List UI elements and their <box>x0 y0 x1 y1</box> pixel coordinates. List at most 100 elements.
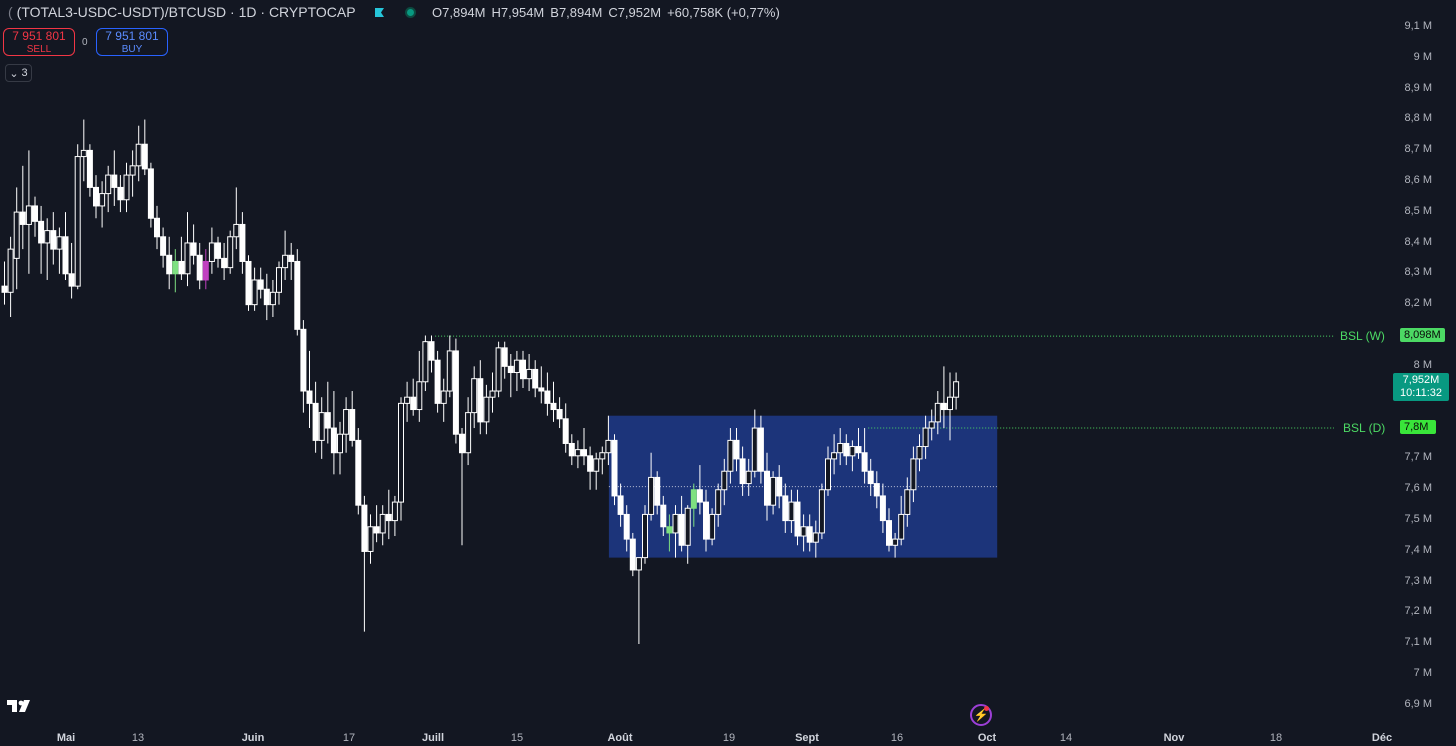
candle-body <box>379 513 386 534</box>
candle-body <box>111 174 118 188</box>
candle-body <box>440 390 447 404</box>
ohlc-values: O7,894M H7,954M B7,894M C7,952M +60,758K… <box>432 5 780 20</box>
candle-body <box>434 359 441 404</box>
candle-body <box>629 538 636 571</box>
candle-body <box>269 291 276 306</box>
candle-body <box>208 242 215 262</box>
candle-body <box>855 446 862 454</box>
candle-body <box>422 341 429 383</box>
candle-body <box>953 381 960 398</box>
y-tick: 6,9 M <box>1404 698 1432 710</box>
y-tick: 8,9 M <box>1404 82 1432 94</box>
candle-body <box>13 211 20 259</box>
x-tick: Août <box>607 732 633 744</box>
y-tick: 9,1 M <box>1404 20 1432 32</box>
candle-body <box>690 489 697 509</box>
y-tick: 8,5 M <box>1404 205 1432 217</box>
candle-body <box>263 288 270 306</box>
candle-body <box>7 248 14 293</box>
candle-body <box>733 439 740 460</box>
y-tick: 7,4 M <box>1404 544 1432 556</box>
candle-body <box>80 149 87 158</box>
candle-body <box>367 526 374 552</box>
candle-body <box>282 254 289 269</box>
candle-body <box>892 538 899 546</box>
candle-body <box>654 476 661 506</box>
candle-body <box>404 396 411 404</box>
candle-body <box>831 452 838 460</box>
candle-body <box>495 347 502 392</box>
candle-body <box>160 236 167 256</box>
y-tick: 7,3 M <box>1404 575 1432 587</box>
x-tick: Juill <box>421 732 445 744</box>
candle-body <box>886 520 892 546</box>
candle-body <box>666 526 673 534</box>
candle-body <box>574 449 581 457</box>
candle-body <box>940 402 947 411</box>
flag-icon[interactable] <box>374 7 385 18</box>
candle-body <box>324 412 331 429</box>
candle-body <box>660 504 667 528</box>
x-tick: 16 <box>890 732 904 744</box>
candle-body <box>556 409 563 420</box>
market-open-icon <box>405 7 416 18</box>
candle-body <box>623 513 630 540</box>
candle-body <box>56 236 63 250</box>
y-tick: 8,2 M <box>1404 297 1432 309</box>
candle-body <box>44 230 51 244</box>
buy-label: BUY <box>121 44 143 55</box>
x-tick: 14 <box>1059 732 1073 744</box>
candle-body <box>154 217 160 238</box>
x-tick: Sept <box>795 732 819 744</box>
bsl-weekly-price-tag: 8,098M <box>1400 328 1445 342</box>
candle-body <box>776 476 783 497</box>
candle-body <box>251 279 258 306</box>
bsl-daily-price-tag: 7,8M <box>1400 420 1436 434</box>
candle-body <box>507 365 514 374</box>
candle-body <box>196 254 203 281</box>
chevron-down-icon: ⌄ <box>9 67 19 80</box>
candle-body <box>349 409 356 441</box>
sell-button[interactable]: 7 951 801 SELL <box>3 28 75 56</box>
candle-body <box>611 439 618 497</box>
candle-body <box>93 186 99 207</box>
candle-body <box>178 260 185 275</box>
candle-body <box>416 381 423 411</box>
candle-body <box>904 489 911 515</box>
tradingview-logo-icon[interactable] <box>6 698 36 714</box>
candle-body <box>190 242 197 256</box>
candle-body <box>947 396 953 411</box>
bar-countdown: 10:11:32 <box>1399 387 1442 399</box>
candle-body <box>62 236 69 275</box>
candle-body <box>751 427 758 472</box>
y-tick: 7 M <box>1413 667 1432 679</box>
bsl-daily-label: BSL (D) <box>1343 421 1386 435</box>
candle-body <box>526 368 533 380</box>
candle-body <box>513 359 520 374</box>
buy-button[interactable]: 7 951 801 BUY <box>96 28 168 56</box>
candle-body <box>745 470 752 485</box>
candle-body <box>245 260 252 306</box>
candle-body <box>306 390 313 404</box>
indicators-toggle[interactable]: ⌄ 3 <box>5 64 32 82</box>
notification-dot-icon <box>984 706 989 711</box>
candle-body <box>129 165 136 176</box>
candle-body <box>86 149 93 188</box>
candle-body <box>672 513 679 534</box>
ohlc-change: +60,758K (+0,77%) <box>667 5 780 20</box>
candle-body <box>233 223 240 238</box>
candle-body <box>74 156 81 287</box>
candle-body <box>471 378 478 414</box>
candle-body <box>696 489 703 503</box>
candle-body <box>288 254 295 262</box>
candle-body <box>373 526 380 534</box>
candle-body <box>227 236 234 269</box>
candle-body <box>916 446 923 460</box>
candle-body <box>544 390 551 404</box>
price-chart[interactable] <box>0 0 1456 746</box>
candle-body <box>318 412 325 441</box>
symbol-title[interactable]: ( (TOTAL3-USDC-USDT)/BTCUSD · 1D · CRYPT… <box>8 4 356 20</box>
candle-body <box>782 495 789 522</box>
candle-body <box>898 513 905 540</box>
y-tick: 8,8 M <box>1404 112 1432 124</box>
